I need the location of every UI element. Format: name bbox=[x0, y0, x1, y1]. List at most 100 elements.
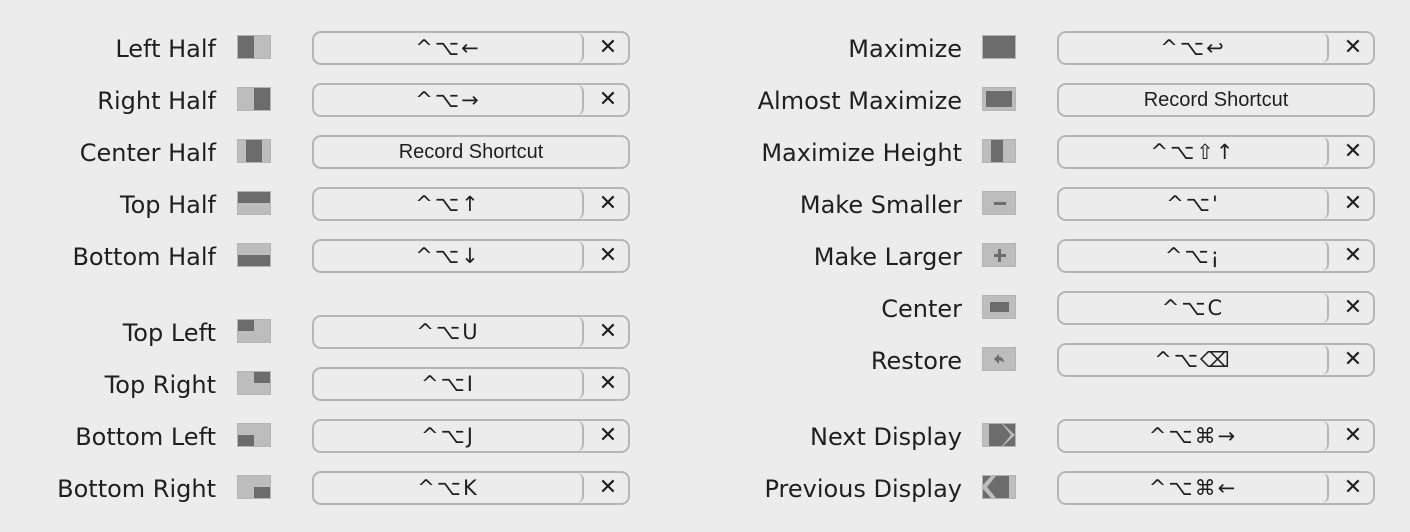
shortcut-label: Center Half bbox=[79, 139, 216, 167]
clear-shortcut-button[interactable]: ✕ bbox=[1331, 473, 1375, 503]
clear-shortcut-button[interactable]: ✕ bbox=[1331, 137, 1375, 167]
clear-shortcut-button[interactable]: ✕ bbox=[1331, 345, 1375, 375]
next-display-icon bbox=[982, 423, 1016, 447]
shortcut-keys[interactable]: ^⌥↓ bbox=[314, 241, 584, 271]
shortcut-label: Restore bbox=[870, 347, 962, 375]
shortcut-row-top-left: Top Left ^⌥U ✕ bbox=[0, 315, 705, 351]
clear-shortcut-button[interactable]: ✕ bbox=[1331, 421, 1375, 451]
left-shortcut-column: Left Half ^⌥← ✕ Right Half ^⌥→ ✕ Center … bbox=[0, 0, 705, 532]
shortcut-keys[interactable]: ^⌥C bbox=[1059, 293, 1329, 323]
shortcut-label: Right Half bbox=[97, 87, 216, 115]
shortcut-label: Center bbox=[881, 295, 962, 323]
previous-display-icon bbox=[982, 475, 1016, 499]
shortcut-label: Bottom Half bbox=[72, 243, 216, 271]
shortcut-recorder[interactable]: ^⌥J ✕ bbox=[312, 419, 630, 453]
shortcut-recorder[interactable]: Record Shortcut bbox=[1057, 83, 1375, 117]
maximize-height-icon bbox=[982, 139, 1016, 163]
clear-shortcut-button[interactable]: ✕ bbox=[586, 317, 630, 347]
shortcut-row-almost-maximize: Almost Maximize Record Shortcut bbox=[705, 83, 1410, 119]
center-half-icon bbox=[237, 139, 271, 163]
shortcut-keys[interactable]: ^⌥↩ bbox=[1059, 33, 1329, 63]
shortcut-recorder[interactable]: ^⌥← ✕ bbox=[312, 31, 630, 65]
shortcut-label: Make Smaller bbox=[799, 191, 962, 219]
shortcut-row-maximize-height: Maximize Height ^⌥⇧↑ ✕ bbox=[705, 135, 1410, 171]
shortcut-keys[interactable]: ^⌥' bbox=[1059, 189, 1329, 219]
record-shortcut-button[interactable]: Record Shortcut bbox=[1059, 85, 1373, 115]
shortcut-row-center-half: Center Half Record Shortcut bbox=[0, 135, 705, 171]
shortcut-row-make-smaller: Make Smaller ^⌥' ✕ bbox=[705, 187, 1410, 223]
right-shortcut-column: Maximize ^⌥↩ ✕ Almost Maximize Record Sh… bbox=[705, 0, 1410, 532]
make-larger-icon bbox=[982, 243, 1016, 267]
clear-shortcut-button[interactable]: ✕ bbox=[586, 85, 630, 115]
shortcut-row-make-larger: Make Larger ^⌥¡ ✕ bbox=[705, 239, 1410, 275]
shortcut-row-left-half: Left Half ^⌥← ✕ bbox=[0, 31, 705, 67]
shortcut-label: Maximize Height bbox=[761, 139, 962, 167]
maximize-icon bbox=[982, 35, 1016, 59]
clear-shortcut-button[interactable]: ✕ bbox=[586, 33, 630, 63]
shortcut-label: Top Right bbox=[104, 371, 216, 399]
top-half-icon bbox=[237, 191, 271, 215]
shortcut-recorder[interactable]: ^⌥↑ ✕ bbox=[312, 187, 630, 221]
shortcut-keys[interactable]: ^⌥J bbox=[314, 421, 584, 451]
shortcut-label: Next Display bbox=[809, 423, 962, 451]
shortcut-row-top-half: Top Half ^⌥↑ ✕ bbox=[0, 187, 705, 223]
shortcut-row-bottom-half: Bottom Half ^⌥↓ ✕ bbox=[0, 239, 705, 275]
shortcut-label: Almost Maximize bbox=[757, 87, 962, 115]
shortcut-row-right-half: Right Half ^⌥→ ✕ bbox=[0, 83, 705, 119]
clear-shortcut-button[interactable]: ✕ bbox=[1331, 189, 1375, 219]
shortcut-keys[interactable]: ^⌥→ bbox=[314, 85, 584, 115]
shortcut-recorder[interactable]: Record Shortcut bbox=[312, 135, 630, 169]
center-icon bbox=[982, 295, 1016, 319]
shortcut-recorder[interactable]: ^⌥→ ✕ bbox=[312, 83, 630, 117]
shortcut-recorder[interactable]: ^⌥¡ ✕ bbox=[1057, 239, 1375, 273]
shortcut-recorder[interactable]: ^⌥⌫ ✕ bbox=[1057, 343, 1375, 377]
clear-shortcut-button[interactable]: ✕ bbox=[586, 189, 630, 219]
clear-shortcut-button[interactable]: ✕ bbox=[1331, 293, 1375, 323]
shortcut-keys[interactable]: ^⌥⌫ bbox=[1059, 345, 1329, 375]
top-left-icon bbox=[237, 319, 271, 343]
shortcut-label: Maximize bbox=[848, 35, 962, 63]
shortcut-keys[interactable]: ^⌥¡ bbox=[1059, 241, 1329, 271]
shortcut-keys[interactable]: ^⌥⇧↑ bbox=[1059, 137, 1329, 167]
shortcut-keys[interactable]: ^⌥↑ bbox=[314, 189, 584, 219]
shortcut-keys[interactable]: ^⌥U bbox=[314, 317, 584, 347]
right-half-icon bbox=[237, 87, 271, 111]
shortcut-row-bottom-left: Bottom Left ^⌥J ✕ bbox=[0, 419, 705, 455]
clear-shortcut-button[interactable]: ✕ bbox=[586, 473, 630, 503]
shortcut-label: Left Half bbox=[115, 35, 216, 63]
clear-shortcut-button[interactable]: ✕ bbox=[1331, 33, 1375, 63]
shortcut-recorder[interactable]: ^⌥⌘→ ✕ bbox=[1057, 419, 1375, 453]
shortcut-keys[interactable]: ^⌥I bbox=[314, 369, 584, 399]
clear-shortcut-button[interactable]: ✕ bbox=[1331, 241, 1375, 271]
bottom-half-icon bbox=[237, 243, 271, 267]
shortcut-recorder[interactable]: ^⌥↩ ✕ bbox=[1057, 31, 1375, 65]
shortcut-recorder[interactable]: ^⌥C ✕ bbox=[1057, 291, 1375, 325]
record-shortcut-button[interactable]: Record Shortcut bbox=[314, 137, 628, 167]
shortcut-keys[interactable]: ^⌥← bbox=[314, 33, 584, 63]
shortcut-row-center: Center ^⌥C ✕ bbox=[705, 291, 1410, 327]
shortcut-recorder[interactable]: ^⌥' ✕ bbox=[1057, 187, 1375, 221]
shortcut-row-maximize: Maximize ^⌥↩ ✕ bbox=[705, 31, 1410, 67]
top-right-icon bbox=[237, 371, 271, 395]
bottom-left-icon bbox=[237, 423, 271, 447]
clear-shortcut-button[interactable]: ✕ bbox=[586, 369, 630, 399]
shortcut-keys[interactable]: ^⌥K bbox=[314, 473, 584, 503]
shortcut-keys[interactable]: ^⌥⌘← bbox=[1059, 473, 1329, 503]
shortcut-recorder[interactable]: ^⌥⌘← ✕ bbox=[1057, 471, 1375, 505]
shortcut-recorder[interactable]: ^⌥K ✕ bbox=[312, 471, 630, 505]
shortcut-label: Top Half bbox=[120, 191, 216, 219]
shortcut-recorder[interactable]: ^⌥↓ ✕ bbox=[312, 239, 630, 273]
shortcut-recorder[interactable]: ^⌥U ✕ bbox=[312, 315, 630, 349]
shortcut-recorder[interactable]: ^⌥⇧↑ ✕ bbox=[1057, 135, 1375, 169]
shortcut-row-next-display: Next Display ^⌥⌘→ ✕ bbox=[705, 419, 1410, 455]
clear-shortcut-button[interactable]: ✕ bbox=[586, 241, 630, 271]
make-smaller-icon bbox=[982, 191, 1016, 215]
shortcut-label: Bottom Right bbox=[57, 475, 216, 503]
shortcut-row-previous-display: Previous Display ^⌥⌘← ✕ bbox=[705, 471, 1410, 507]
clear-shortcut-button[interactable]: ✕ bbox=[586, 421, 630, 451]
shortcut-recorder[interactable]: ^⌥I ✕ bbox=[312, 367, 630, 401]
shortcut-keys[interactable]: ^⌥⌘→ bbox=[1059, 421, 1329, 451]
shortcut-row-top-right: Top Right ^⌥I ✕ bbox=[0, 367, 705, 403]
left-half-icon bbox=[237, 35, 271, 59]
restore-icon bbox=[982, 347, 1016, 371]
